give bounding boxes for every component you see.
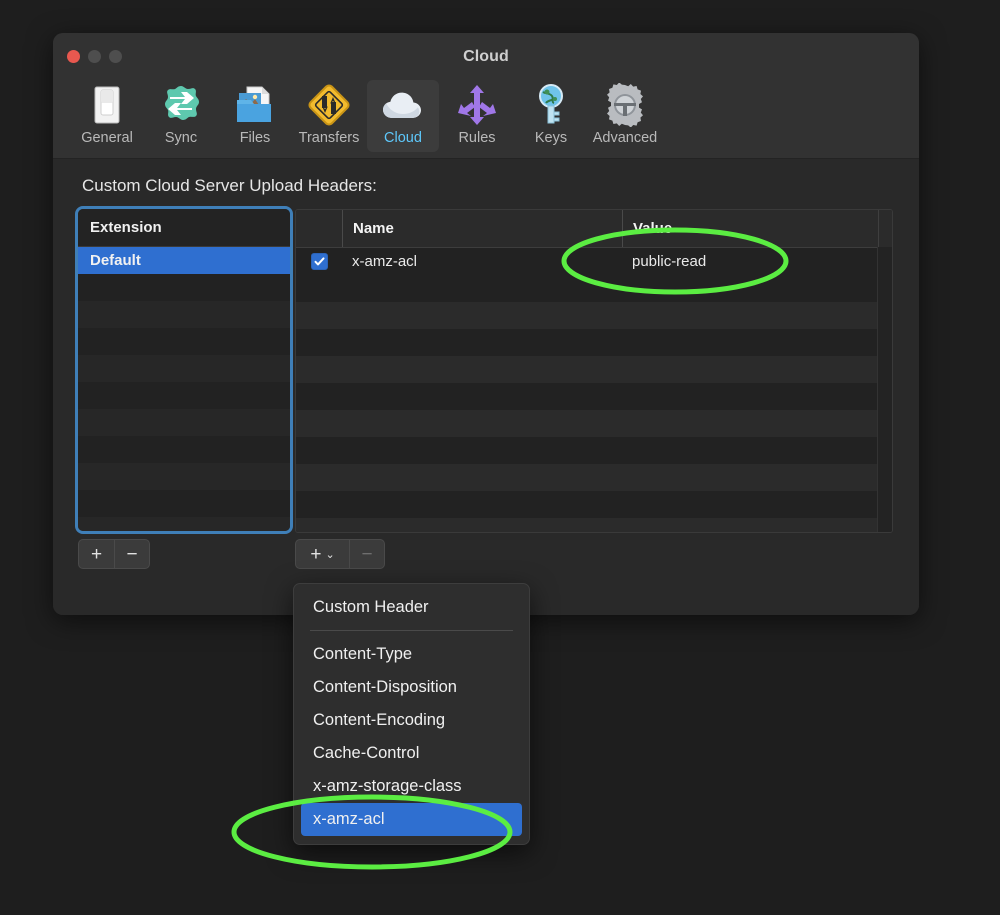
menu-item-x-amz-storage-class[interactable]: x-amz-storage-class [301,770,522,803]
tab-advanced[interactable]: Advanced [589,80,661,152]
tab-rules-label: Rules [458,130,496,146]
chevron-down-icon: ⌄ [325,548,335,561]
tab-rules[interactable]: Rules [441,80,513,152]
menu-item-cache-control[interactable]: Cache-Control [301,737,522,770]
minus-icon: − [361,543,373,565]
sync-arrows-icon [157,83,205,127]
table-row[interactable] [296,491,892,518]
list-item[interactable] [78,517,290,531]
table-row[interactable] [296,356,892,383]
remove-header-button[interactable]: − [349,539,385,569]
table-row[interactable] [296,275,892,302]
cloud-pane: Custom Cloud Server Upload Headers: Exte… [53,159,919,615]
table-header-row: Name Value [296,210,892,248]
add-header-button[interactable]: + ⌄ [295,539,349,569]
list-item[interactable] [78,463,290,490]
list-item[interactable] [78,490,290,517]
table-body: x-amz-acl public-read [296,248,892,532]
column-header-gutter [878,210,892,247]
menu-item-label: x-amz-storage-class [313,777,462,795]
checkbox-checked-icon[interactable] [310,253,328,270]
menu-item-label: Custom Header [313,598,429,616]
list-item[interactable] [78,274,290,301]
list-item[interactable] [78,328,290,355]
minus-icon: − [126,543,138,565]
tab-general[interactable]: General [71,80,143,152]
extension-column-header[interactable]: Extension [78,209,290,247]
tab-sync[interactable]: Sync [145,80,217,152]
vertical-scrollbar[interactable] [877,247,892,532]
tab-general-label: General [81,130,133,146]
tab-files-label: Files [239,130,271,146]
table-row[interactable] [296,437,892,464]
tab-cloud[interactable]: Cloud [367,80,439,152]
table-row[interactable] [296,464,892,491]
row-checkbox-cell[interactable] [296,248,342,275]
list-item[interactable] [78,409,290,436]
tab-transfers-label: Transfers [298,130,360,146]
window-titlebar: Cloud [53,33,919,80]
window-title: Cloud [463,48,509,65]
tab-files[interactable]: Files [219,80,291,152]
list-item[interactable] [78,436,290,463]
transfers-diamond-icon [305,83,353,127]
menu-separator [310,630,513,631]
list-item[interactable] [78,355,290,382]
table-row[interactable] [296,329,892,356]
list-item[interactable] [78,382,290,409]
table-row[interactable] [296,410,892,437]
extension-list[interactable]: Extension Default [78,209,290,531]
table-row[interactable] [296,383,892,410]
menu-item-content-encoding[interactable]: Content-Encoding [301,704,522,737]
preferences-window: Cloud General Sync Files Transfers Cloud… [53,33,919,615]
menu-item-label: x-amz-acl [313,810,385,828]
header-name-cell[interactable]: x-amz-acl [342,248,622,275]
menu-item-content-disposition[interactable]: Content-Disposition [301,671,522,704]
menu-item-content-type[interactable]: Content-Type [301,638,522,671]
remove-extension-button[interactable]: − [114,539,150,569]
tab-transfers[interactable]: Transfers [293,80,365,152]
extension-name: Default [90,252,141,269]
menu-item-label: Content-Type [313,645,413,663]
table-row[interactable] [296,302,892,329]
gear-icon [601,83,649,127]
screen: Cloud General Sync Files Transfers Cloud… [0,0,1000,915]
rules-arrows-icon [453,83,501,127]
menu-item-label: Cache-Control [313,744,420,762]
tab-advanced-label: Advanced [592,130,658,146]
preferences-toolbar: General Sync Files Transfers Cloud Rules… [53,80,919,159]
table-row[interactable] [296,518,892,532]
column-header-check[interactable] [296,210,342,247]
list-item[interactable]: Default [78,247,290,274]
headers-table: Name Value x-amz-acl public-read [295,209,893,533]
add-header-dropdown-menu: Custom Header Content-Type Content-Dispo… [293,583,530,845]
menu-item-x-amz-acl[interactable]: x-amz-acl [301,803,522,836]
menu-item-label: Content-Encoding [313,711,446,729]
table-row[interactable]: x-amz-acl public-read [296,248,892,275]
tab-keys[interactable]: Keys [515,80,587,152]
tab-cloud-label: Cloud [384,130,422,146]
list-item[interactable] [78,301,290,328]
tab-sync-label: Sync [164,130,198,146]
header-value-cell[interactable]: public-read [622,248,878,275]
page-title: Custom Cloud Server Upload Headers: [82,176,377,195]
plus-icon: + [310,543,322,565]
files-folder-icon [231,83,279,127]
tab-keys-label: Keys [534,130,568,146]
toggle-switch-icon [83,83,131,127]
menu-item-label: Content-Disposition [313,678,457,696]
globe-key-icon [527,83,575,127]
cloud-icon [379,83,427,127]
add-extension-button[interactable]: + [78,539,114,569]
extension-list-buttons: + − [78,539,150,569]
column-header-name[interactable]: Name [342,210,622,247]
headers-table-buttons: + ⌄ − [295,539,385,569]
plus-icon: + [90,543,103,565]
menu-item-custom-header[interactable]: Custom Header [301,591,522,624]
column-header-value[interactable]: Value [622,210,878,247]
